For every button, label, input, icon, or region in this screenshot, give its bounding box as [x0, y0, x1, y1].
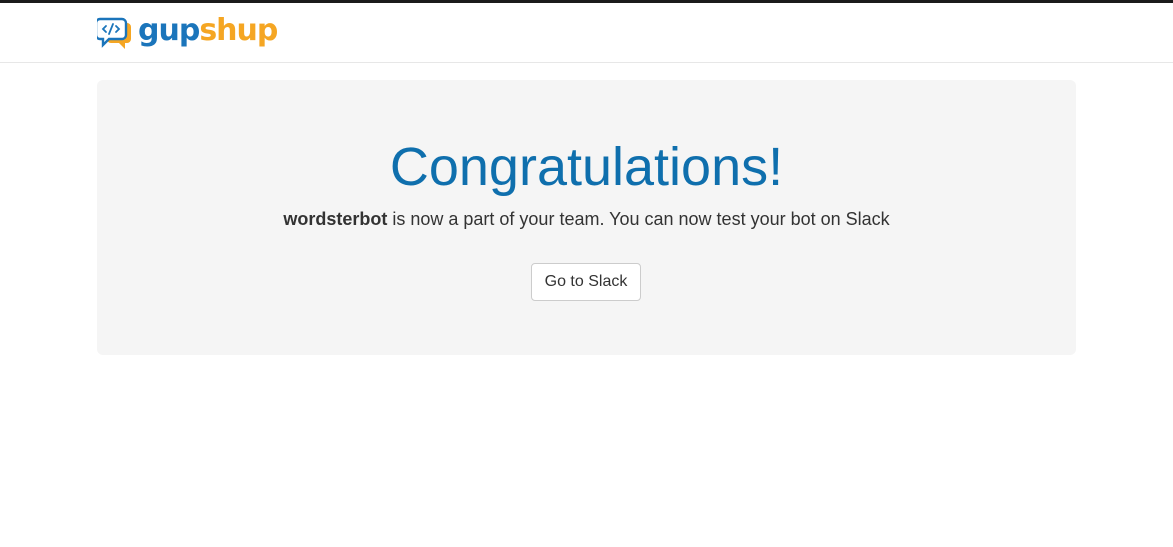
page-title: Congratulations!: [389, 137, 784, 197]
code-chat-bubble-icon: [97, 17, 131, 49]
go-to-slack-button[interactable]: Go to Slack: [531, 263, 641, 301]
bot-name: wordsterbot: [283, 209, 388, 229]
brand-name: gupshup: [138, 13, 278, 48]
navbar: gupshup: [0, 3, 1173, 63]
brand-logo[interactable]: gupshup: [97, 13, 278, 53]
success-message: wordsterbot is now a part of your team. …: [0, 207, 1173, 231]
message-text: is now a part of your team. You can now …: [387, 209, 890, 229]
brand-name-part2: shup: [199, 13, 278, 48]
brand-name-part1: gup: [138, 13, 200, 48]
